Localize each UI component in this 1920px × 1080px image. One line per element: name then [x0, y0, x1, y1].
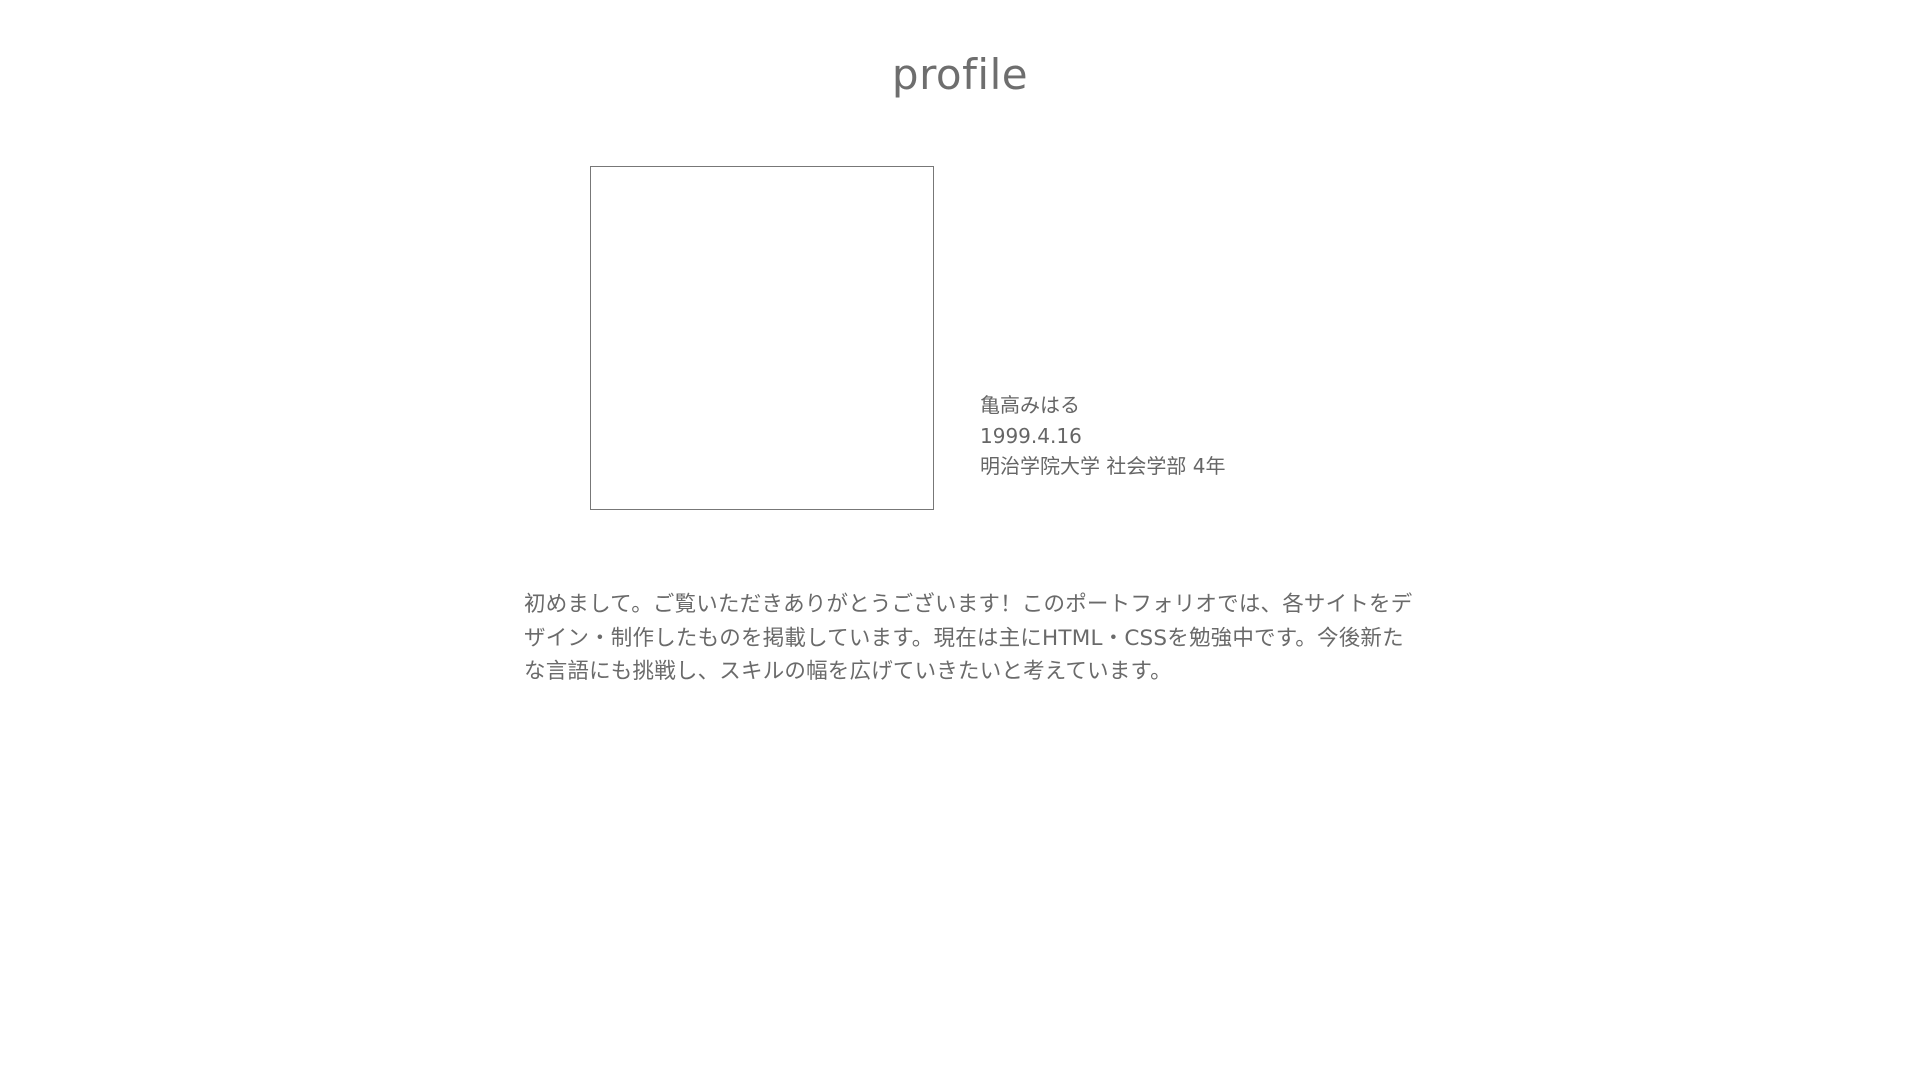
profile-info: 亀高みはる 1999.4.16 明治学院大学 社会学部 4年	[980, 390, 1225, 482]
profile-page: profile 亀高みはる 1999.4.16 明治学院大学 社会学部 4年 初…	[0, 0, 1920, 1080]
intro-text: 初めまして。ご覧いただきありがとうございます！このポートフォリオでは、各サイトを…	[524, 592, 1413, 684]
profile-birthdate: 1999.4.16	[980, 423, 1082, 448]
profile-name: 亀高みはる	[980, 393, 1080, 417]
profile-photo-placeholder	[590, 166, 934, 510]
profile-school: 明治学院大学 社会学部 4年	[980, 454, 1226, 478]
page-title: profile	[891, 50, 1029, 99]
